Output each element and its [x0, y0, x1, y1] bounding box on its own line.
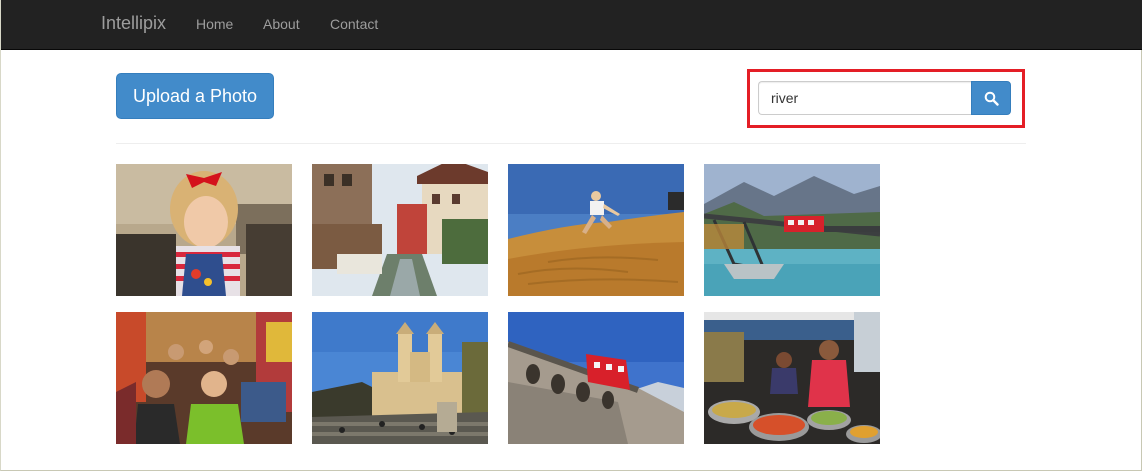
search-button[interactable] [971, 81, 1011, 115]
divider [116, 143, 1026, 144]
photo-thumbnail-desert-dunes[interactable] [508, 164, 684, 296]
navbar: Intellipix Home About Contact [1, 0, 1142, 50]
nav-link-home[interactable]: Home [196, 16, 233, 32]
upload-photo-button[interactable]: Upload a Photo [116, 73, 274, 119]
photo-thumbnail-canal-town[interactable] [312, 164, 488, 296]
nav-link-contact[interactable]: Contact [330, 16, 378, 32]
search-input[interactable] [758, 81, 972, 115]
page: Intellipix Home About Contact Upload a P… [0, 0, 1142, 471]
photo-thumbnail-girl-with-red-bow[interactable] [116, 164, 292, 296]
photo-thumbnail-church-steps[interactable] [312, 312, 488, 444]
photo-thumbnail-red-train-viaduct[interactable] [508, 312, 684, 444]
photo-thumbnail-red-train-bridge[interactable] [704, 164, 880, 296]
photo-thumbnail-market-crowd[interactable] [116, 312, 292, 444]
photo-thumbnail-food-vendor[interactable] [704, 312, 880, 444]
nav-link-about[interactable]: About [263, 16, 300, 32]
brand-link[interactable]: Intellipix [101, 13, 166, 34]
search-icon [984, 91, 999, 106]
